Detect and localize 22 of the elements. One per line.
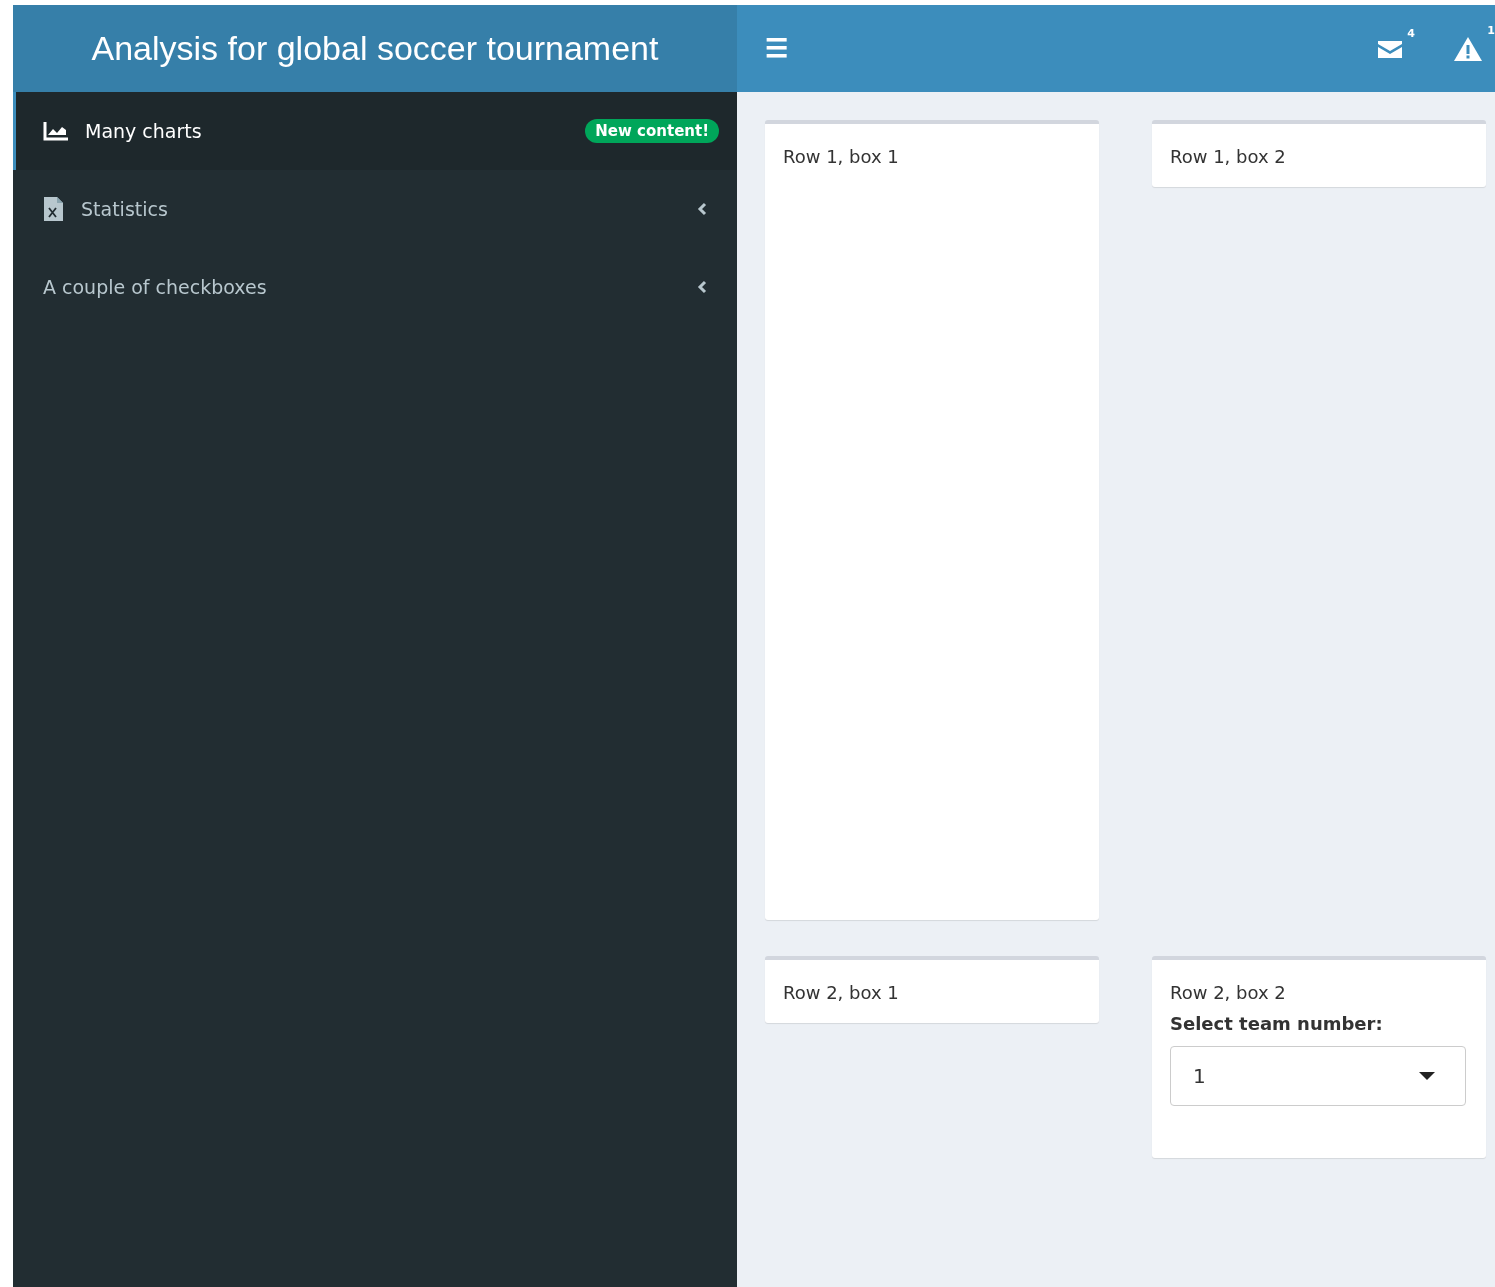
new-badge: New content! xyxy=(585,119,719,143)
box-text: Row 2, box 1 xyxy=(783,982,899,1003)
sidebar-item[interactable]: A couple of checkboxes xyxy=(13,248,737,326)
envelope-icon[interactable] xyxy=(1377,38,1403,59)
menu-toggle[interactable]: ☰ xyxy=(761,33,792,64)
box-text: Row 1, box 1 xyxy=(783,146,899,167)
sidebar-label: Many charts xyxy=(85,120,203,142)
notification-count: 4 xyxy=(1407,26,1415,40)
box-text: Row 1, box 2 xyxy=(1170,146,1286,167)
team-select[interactable]: 1 xyxy=(1170,1046,1466,1106)
sidebar-label: A couple of checkboxes xyxy=(43,276,268,298)
line-chart-icon xyxy=(43,121,69,141)
spreadsheet-file-icon xyxy=(43,196,65,222)
select-label: Select team number: xyxy=(1170,1013,1383,1034)
notification-count: 1 xyxy=(1487,23,1495,37)
sidebar-label: Statistics xyxy=(81,198,169,220)
box-text: Row 2, box 2 xyxy=(1170,982,1286,1003)
app-title: Analysis for global soccer tournament xyxy=(13,5,737,92)
dropdown-caret-icon xyxy=(1419,1072,1435,1080)
warning-icon[interactable] xyxy=(1453,35,1483,62)
sidebar-item[interactable]: Many charts New content! xyxy=(13,92,737,170)
sidebar-item[interactable]: Statistics xyxy=(13,170,737,248)
